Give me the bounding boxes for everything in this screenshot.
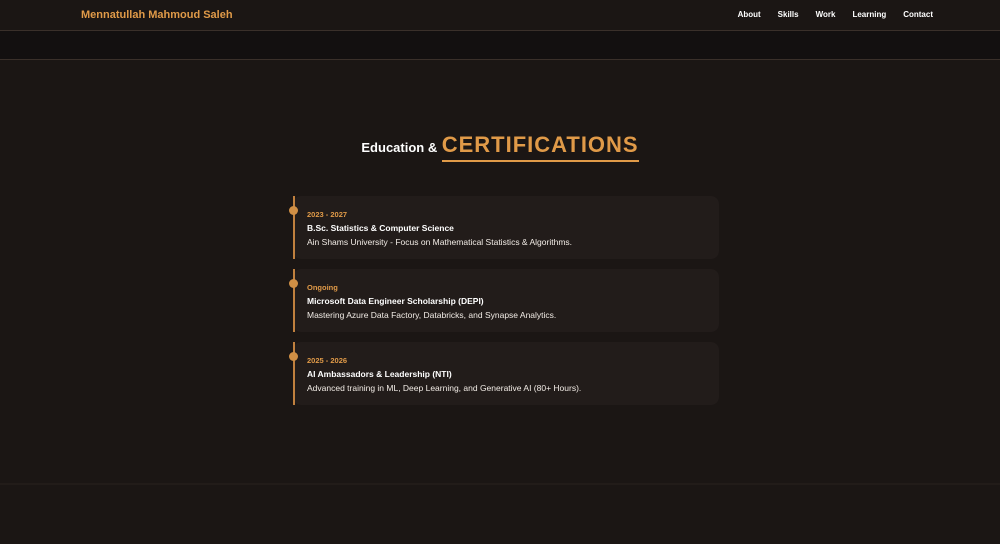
timeline-title: B.Sc. Statistics & Computer Science — [307, 223, 454, 233]
footer-divider — [0, 483, 1000, 485]
timeline-desc: Ain Shams University - Focus on Mathemat… — [307, 237, 573, 247]
nav-contact[interactable]: Contact — [903, 10, 933, 19]
nav-learning[interactable]: Learning — [852, 10, 886, 19]
timeline-desc: Mastering Azure Data Factory, Databricks… — [307, 310, 557, 320]
nav-about[interactable]: About — [738, 10, 761, 19]
timeline-dot-icon — [289, 206, 298, 215]
section-title-main: CERTIFICATIONS — [441, 132, 639, 162]
timeline-item: 2023 - 2027 B.Sc. Statistics & Computer … — [289, 196, 719, 259]
timeline-title: AI Ambassadors & Leadership (NTI) — [307, 369, 452, 379]
main-nav: About Skills Work Learning Contact — [738, 10, 933, 19]
nav-skills[interactable]: Skills — [778, 10, 799, 19]
timeline-item: 2025 - 2026 AI Ambassadors & Leadership … — [289, 342, 719, 405]
timeline-date: Ongoing — [307, 283, 338, 292]
section-title-prefix: Education & — [361, 140, 438, 155]
timeline-title: Microsoft Data Engineer Scholarship (DEP… — [307, 296, 484, 306]
site-header: Mennatullah Mahmoud Saleh About Skills W… — [0, 0, 1000, 31]
section-title: Education & CERTIFICATIONS — [0, 132, 1000, 162]
timeline-item: Ongoing Microsoft Data Engineer Scholars… — [289, 269, 719, 332]
nav-work[interactable]: Work — [816, 10, 836, 19]
timeline-dot-icon — [289, 279, 298, 288]
timeline-desc: Advanced training in ML, Deep Learning, … — [307, 383, 582, 393]
timeline-dot-icon — [289, 352, 298, 361]
header-band — [0, 31, 1000, 60]
timeline-date: 2023 - 2027 — [307, 210, 348, 219]
brand-link[interactable]: Mennatullah Mahmoud Saleh — [81, 9, 233, 21]
timeline-date: 2025 - 2026 — [307, 356, 348, 365]
